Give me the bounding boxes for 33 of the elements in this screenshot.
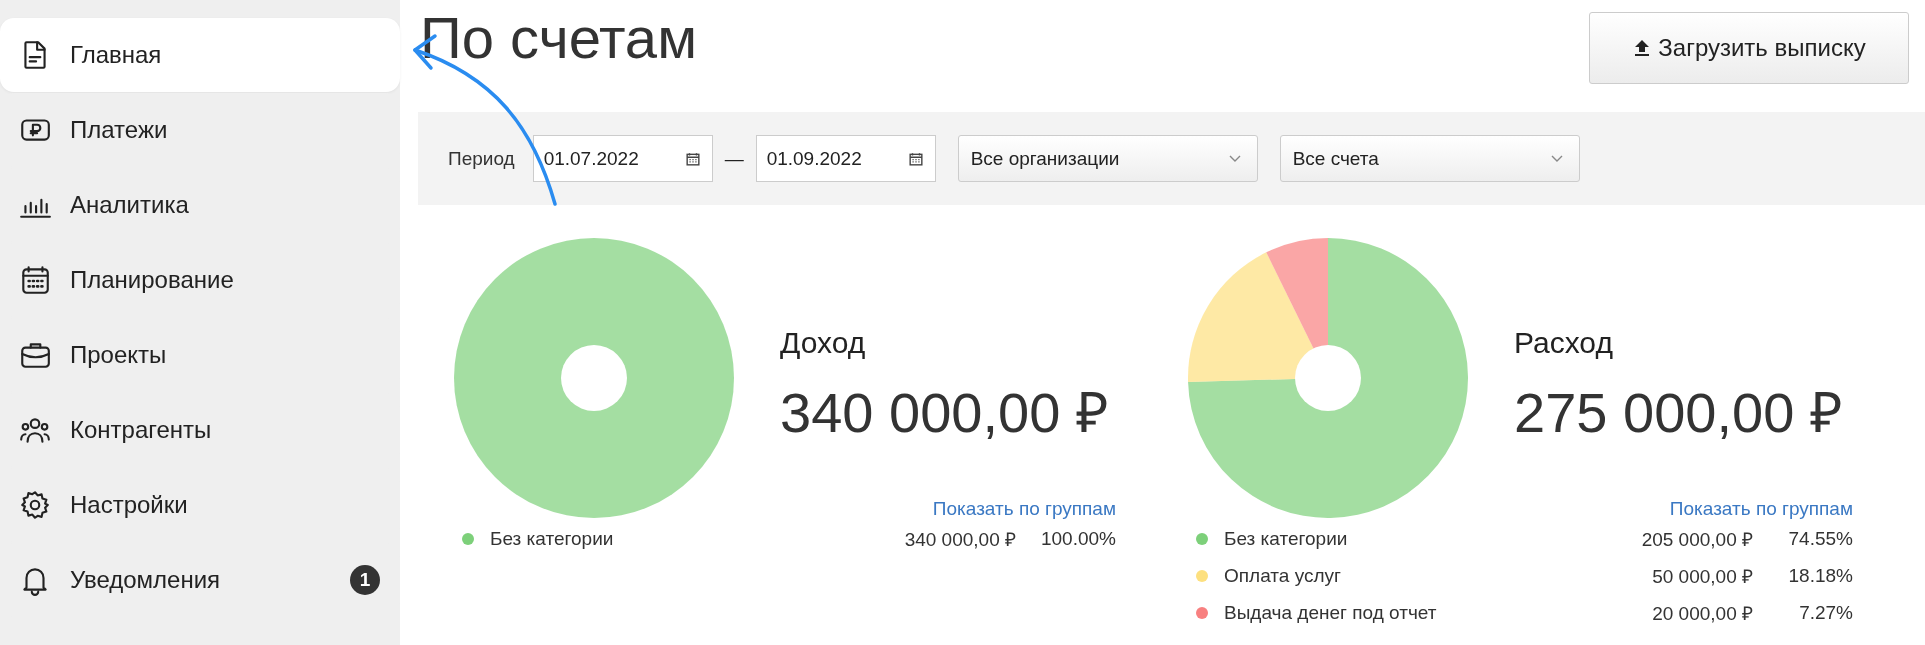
- category-amount: 50 000,00 ₽: [1652, 564, 1753, 589]
- period-label: Период: [448, 147, 515, 170]
- category-amount: 20 000,00 ₽: [1652, 601, 1753, 626]
- upload-button[interactable]: Загрузить выписку: [1589, 12, 1909, 84]
- category-amount: 340 000,00 ₽: [904, 527, 1016, 552]
- calendar-icon: [908, 151, 923, 166]
- chevron-down-icon: [1550, 154, 1563, 163]
- category-percent: 100.00%: [1040, 527, 1116, 550]
- category-name: Оплата услуг: [1224, 564, 1342, 587]
- date-field[interactable]: 01.09.2022: [755, 135, 936, 182]
- date-separator: —: [724, 147, 744, 170]
- show-by-groups-link[interactable]: Показать по группам: [1669, 498, 1853, 520]
- category-amount: 205 000,00 ₽: [1641, 527, 1753, 552]
- total-amount: 275 000,00 ₽: [1514, 380, 1843, 446]
- category-name: Без категории: [1224, 527, 1349, 550]
- category-name: Выдача денег под отчет: [1224, 601, 1438, 624]
- category-percent: 74.55%: [1787, 527, 1853, 550]
- category-percent: 7.27%: [1798, 601, 1853, 624]
- category-percent: 18.18%: [1787, 564, 1853, 587]
- panel-title: Расход: [1514, 326, 1614, 360]
- calendar-icon: [685, 151, 700, 166]
- sidebar-item[interactable]: Главная: [0, 18, 400, 92]
- page-title: По счетам: [420, 4, 697, 72]
- date-field[interactable]: 01.07.2022: [532, 135, 713, 182]
- chevron-down-icon: [1228, 154, 1241, 163]
- show-by-groups-link[interactable]: Показать по группам: [932, 498, 1116, 520]
- notification-count: 1: [350, 565, 380, 595]
- panel-title: Доход: [780, 326, 867, 360]
- settings-icon: [18, 488, 52, 522]
- total-amount: 340 000,00 ₽: [780, 380, 1109, 446]
- account-dropdown[interactable]: Все счета: [1279, 135, 1580, 182]
- category-name: Без категории: [490, 527, 615, 550]
- organization-dropdown[interactable]: Все организации: [957, 135, 1258, 182]
